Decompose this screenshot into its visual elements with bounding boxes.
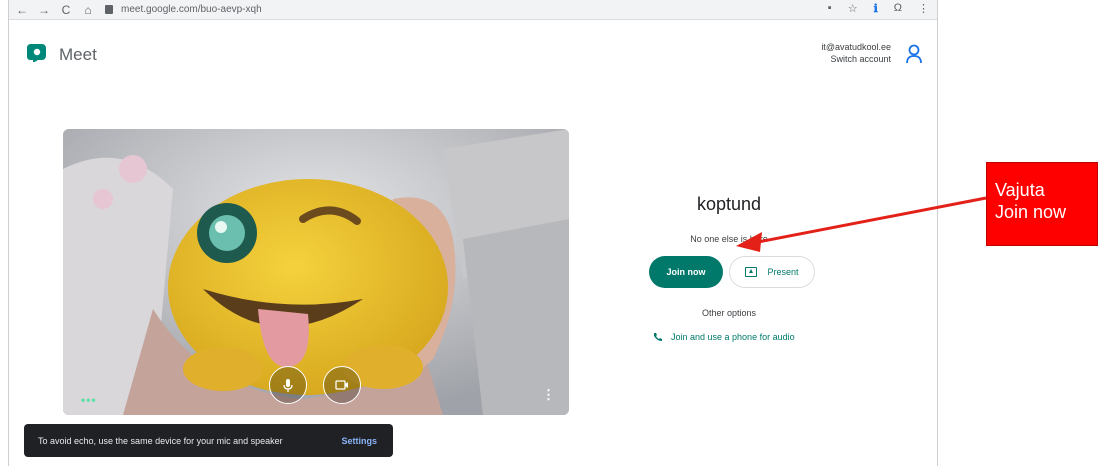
microphone-icon bbox=[283, 379, 293, 392]
camera-feed-image bbox=[63, 129, 569, 415]
home-button[interactable]: ⌂ bbox=[79, 1, 97, 19]
app-title: Meet bbox=[59, 45, 97, 64]
phone-audio-link[interactable]: Join and use a phone for audio bbox=[653, 332, 795, 342]
annotation-callout: Vajuta Join now bbox=[986, 162, 1098, 246]
reload-button[interactable]: C bbox=[57, 1, 75, 19]
present-label: Present bbox=[767, 267, 799, 277]
other-options-heading: Other options bbox=[701, 308, 757, 318]
join-panel: koptund No one else is here Join now Pre… bbox=[609, 180, 909, 380]
address-url: meet.google.com/buo-aevp-xqh bbox=[121, 4, 262, 15]
annotation-text: Vajuta Join now bbox=[995, 180, 1067, 222]
meet-logo-icon bbox=[27, 44, 46, 62]
forward-button[interactable]: → bbox=[35, 1, 53, 19]
profile-icon[interactable]: Ω bbox=[894, 2, 902, 15]
browser-extensions: ▪ ☆ ℹ Ω ⋮ bbox=[828, 2, 929, 15]
phone-icon bbox=[654, 333, 662, 341]
camera-preview: ••• ⋮ bbox=[63, 129, 569, 415]
account-avatar-icon[interactable] bbox=[905, 44, 923, 64]
address-bar[interactable]: meet.google.com/buo-aevp-xqh bbox=[105, 2, 805, 17]
present-button[interactable]: Present bbox=[729, 256, 815, 288]
participants-status: No one else is here bbox=[690, 234, 768, 244]
phone-audio-label: Join and use a phone for audio bbox=[671, 332, 795, 342]
audio-level-indicator: ••• bbox=[81, 393, 97, 407]
browser-toolbar: ← → C ⌂ meet.google.com/buo-aevp-xqh ▪ ☆… bbox=[9, 0, 937, 20]
account-info[interactable]: it@avatudkool.ee Switch account bbox=[821, 41, 891, 65]
camera-icon bbox=[335, 380, 348, 390]
browser-window: ← → C ⌂ meet.google.com/buo-aevp-xqh ▪ ☆… bbox=[8, 0, 938, 466]
cast-icon[interactable]: ▪ bbox=[828, 2, 832, 15]
lock-icon bbox=[105, 5, 113, 14]
camera-toggle-button[interactable] bbox=[323, 366, 361, 404]
toast-settings-button[interactable]: Settings bbox=[341, 436, 377, 446]
screenshot-frame: ← → C ⌂ meet.google.com/buo-aevp-xqh ▪ ☆… bbox=[0, 0, 1098, 466]
meet-header: Meet it@avatudkool.ee Switch account bbox=[9, 36, 937, 76]
back-button[interactable]: ← bbox=[13, 1, 31, 19]
toast-message: To avoid echo, use the same device for y… bbox=[38, 436, 283, 446]
more-options-icon[interactable]: ⋮ bbox=[542, 387, 555, 403]
microphone-toggle-button[interactable] bbox=[269, 366, 307, 404]
join-now-button[interactable]: Join now bbox=[649, 256, 723, 288]
present-screen-icon bbox=[745, 267, 758, 277]
account-email: it@avatudkool.ee bbox=[821, 42, 891, 52]
echo-warning-toast: To avoid echo, use the same device for y… bbox=[24, 424, 393, 457]
bookmark-star-icon[interactable]: ☆ bbox=[848, 2, 858, 15]
switch-account-link[interactable]: Switch account bbox=[821, 53, 891, 65]
browser-menu-icon[interactable]: ⋮ bbox=[918, 2, 929, 15]
meeting-name: koptund bbox=[696, 194, 762, 214]
extension-icon[interactable]: ℹ bbox=[874, 2, 878, 15]
